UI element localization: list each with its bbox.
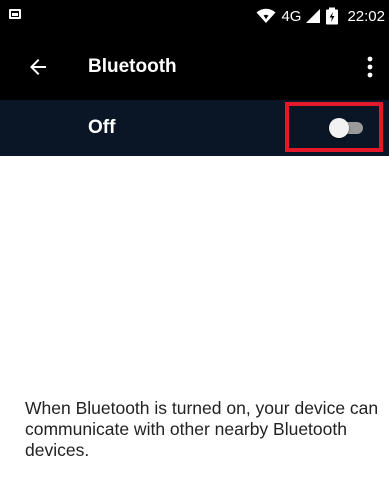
battery-icon: [325, 7, 339, 25]
screen: 4G 22:02 Bluetooth Off When Bluetooth is…: [0, 0, 389, 501]
signal-icon: [305, 8, 321, 24]
more-options-icon[interactable]: [363, 53, 377, 81]
network-type-label: 4G: [281, 7, 302, 25]
toggle-thumb: [329, 118, 349, 138]
status-indicators: 4G 22:02: [256, 6, 385, 26]
bluetooth-toggle[interactable]: [329, 118, 363, 138]
page-title: Bluetooth: [88, 56, 177, 77]
wifi-icon: [256, 8, 276, 24]
clock: 22:02: [347, 7, 385, 25]
bluetooth-state-label: Off: [88, 117, 116, 138]
app-toolbar: Bluetooth: [0, 34, 389, 100]
image-notification-icon: [9, 9, 21, 19]
bluetooth-info-text: When Bluetooth is turned on, your device…: [25, 398, 379, 460]
status-bar: 4G 22:02: [0, 0, 389, 34]
back-arrow-icon[interactable]: [26, 55, 50, 79]
bluetooth-switch-bar[interactable]: Off: [0, 100, 389, 156]
